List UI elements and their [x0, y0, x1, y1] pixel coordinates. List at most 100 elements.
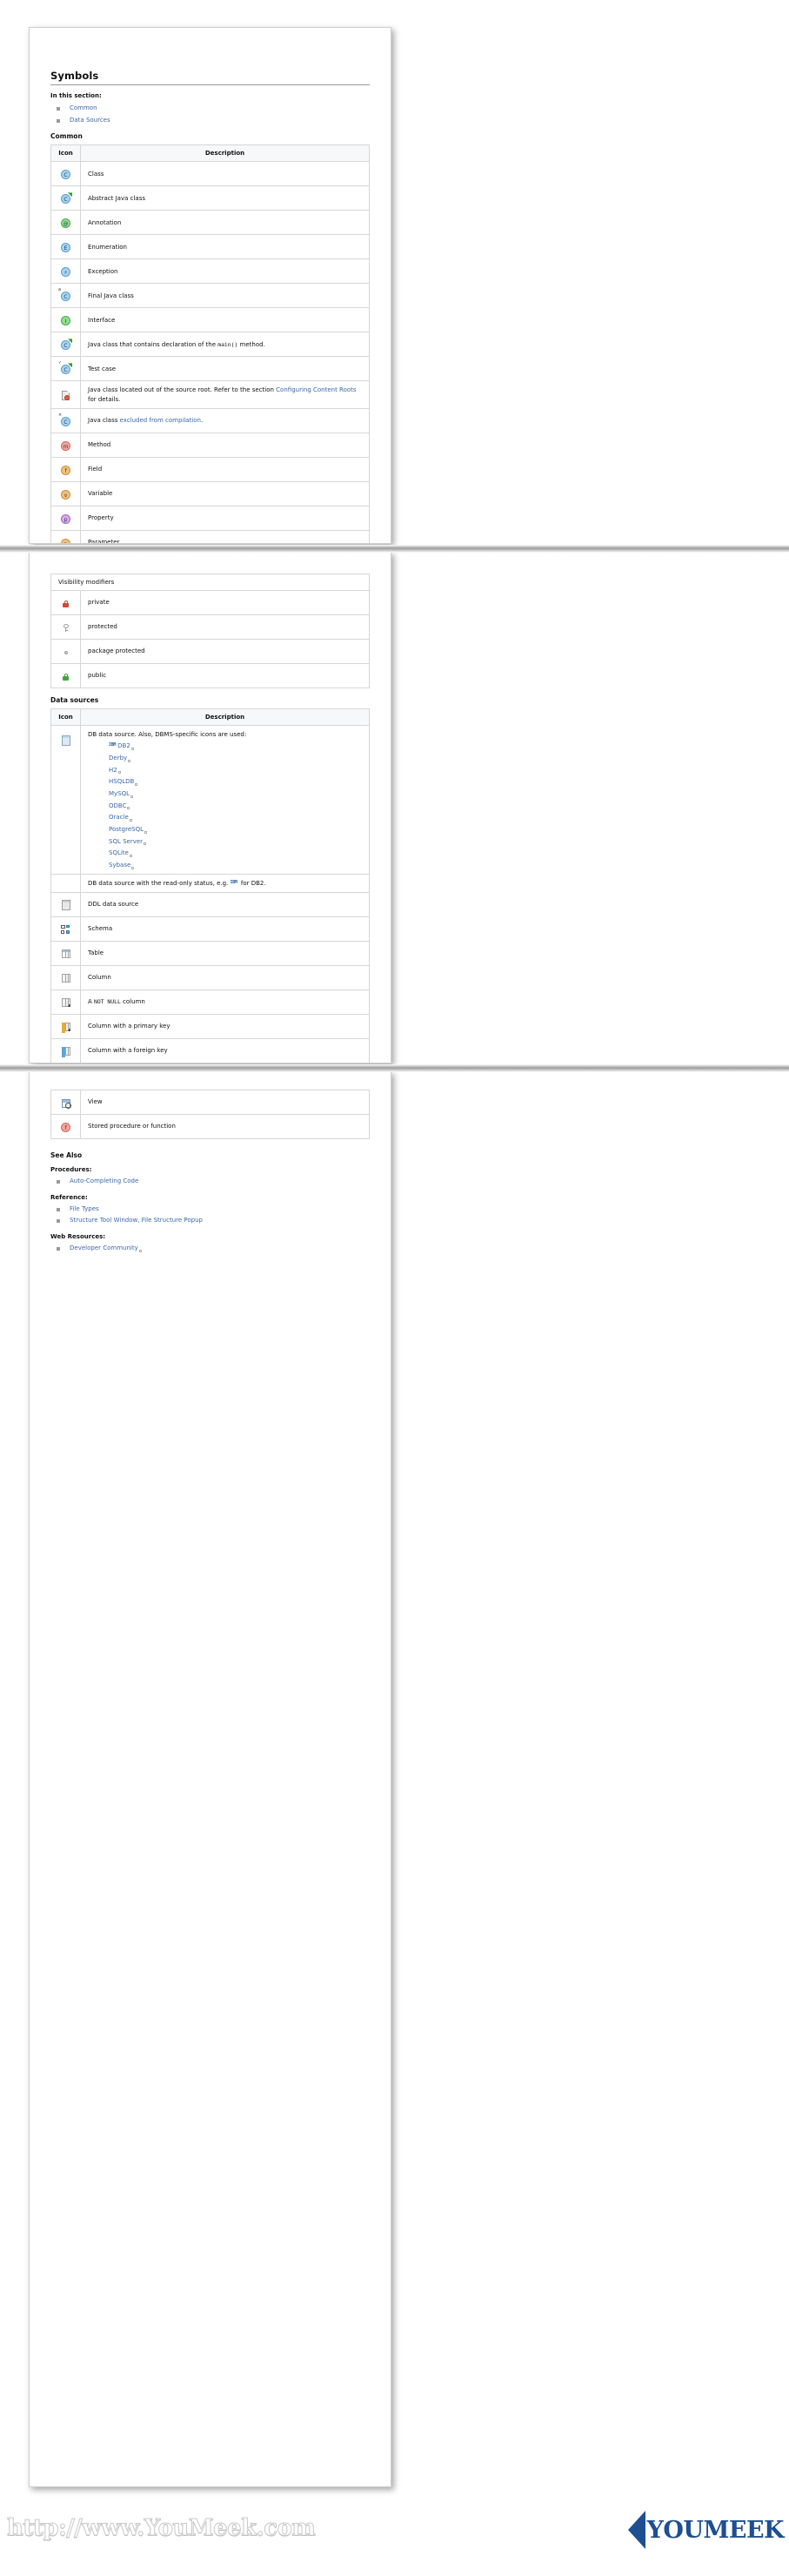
main-class-icon: C [51, 332, 81, 357]
link-structure-tool-window[interactable]: Structure Tool Window, File Structure Po… [70, 1217, 203, 1224]
list-item[interactable]: H2 [109, 768, 362, 775]
text-segment: column [121, 998, 145, 1005]
link-configuring-content-roots[interactable]: Configuring Content Roots [276, 386, 356, 393]
row-description: Field [81, 457, 370, 481]
list-item[interactable]: Sybase [109, 862, 362, 869]
link-developer-community[interactable]: Developer Community [70, 1244, 138, 1251]
list-item[interactable]: Oracle [109, 815, 362, 822]
link-sybase[interactable]: Sybase [109, 862, 130, 869]
column-header-description: Description [81, 145, 370, 162]
external-link-icon [131, 867, 134, 869]
table-row: protected [51, 615, 370, 640]
visibility-modifiers-table: Visibility modifiers private protected p… [50, 574, 370, 688]
link-mysql[interactable]: MySQL [109, 790, 130, 797]
ddl-data-source-icon [51, 892, 81, 916]
link-db2[interactable]: DB2 [117, 742, 130, 749]
bullet-square-icon [57, 1208, 60, 1211]
see-also-list-reference: File Types Structure Tool Window, File S… [50, 1206, 370, 1224]
variable-icon: v [51, 481, 81, 506]
link-odbc[interactable]: ODBC [109, 802, 126, 809]
list-item[interactable]: Derby [109, 755, 362, 762]
link-excluded-from-compilation[interactable]: excluded from compilation [120, 417, 201, 424]
annotation-icon: @ [51, 211, 81, 235]
link-file-types[interactable]: File Types [70, 1205, 99, 1212]
section-heading-common: Common [50, 132, 370, 140]
list-item[interactable]: MySQL [109, 791, 362, 798]
schema-icon [51, 916, 81, 941]
table-row: public [51, 664, 370, 688]
field-icon: f [51, 457, 81, 481]
class-icon: C [51, 162, 81, 186]
external-link-icon [128, 760, 130, 762]
text-segment: Java class that contains declaration of … [88, 341, 217, 348]
table-row: CAbstract Java class [51, 186, 370, 211]
row-description: A NOT NULL column [81, 989, 370, 1014]
list-item[interactable]: File Types [50, 1206, 370, 1213]
row-description: Column [81, 965, 370, 989]
link-postgresql[interactable]: PostgreSQL [109, 826, 144, 833]
page-separator [0, 1064, 789, 1072]
link-derby[interactable]: Derby [109, 755, 127, 761]
table-row: Table [51, 941, 370, 965]
watermark-logo: YOUMEEK [628, 2511, 784, 2549]
table-icon [51, 941, 81, 965]
link-h2[interactable]: H2 [109, 767, 117, 774]
list-item[interactable]: Auto-Completing Code [50, 1178, 370, 1185]
bullet-square-icon [57, 1247, 60, 1251]
list-item[interactable]: ODBC [109, 803, 362, 810]
table-row: private [51, 591, 370, 615]
list-item[interactable]: HSQLDB [109, 779, 362, 786]
table-row: mMethod [51, 433, 370, 457]
parameter-icon: p [51, 530, 81, 544]
ibm-mark-icon: IBM [231, 880, 237, 885]
table-row: pParameter [51, 530, 370, 544]
method-icon: m [51, 433, 81, 457]
watermark-url: http://www.YouMeek.com [7, 2515, 315, 2541]
table-row: Visibility modifiers [51, 574, 370, 591]
row-description: DDL data source [81, 892, 370, 916]
see-also-list-procedures: Auto-Completing Code [50, 1178, 370, 1185]
list-item[interactable]: SQL Server [109, 839, 362, 846]
external-link-icon [144, 842, 146, 845]
link-sql-server[interactable]: SQL Server [109, 838, 143, 845]
list-item[interactable]: Data Sources [50, 117, 370, 124]
list-item[interactable]: IBMDB2 [109, 743, 362, 750]
in-this-section-label: In this section: [50, 92, 370, 99]
watermark-brand-text: YOUMEEK [647, 2517, 784, 2544]
row-description: package protected [81, 640, 370, 664]
document-page-1: Symbols In this section: Common Data Sou… [29, 27, 391, 544]
row-description: Java class excluded from compilation. [81, 408, 370, 433]
public-lock-icon [51, 664, 81, 688]
table-row: fStored procedure or function [51, 1115, 370, 1139]
table-row: CClass [51, 162, 370, 186]
text-segment: Java class [88, 417, 120, 424]
bullet-square-icon [57, 1219, 60, 1223]
link-oracle[interactable]: Oracle [109, 814, 129, 821]
document-page-3: View fStored procedure or function See A… [29, 1071, 391, 2487]
list-item[interactable]: PostgreSQL [109, 827, 362, 834]
bullet-square-icon [57, 119, 60, 123]
link-auto-completing-code[interactable]: Auto-Completing Code [70, 1177, 138, 1184]
link-hsqldb[interactable]: HSQLDB [109, 778, 134, 785]
row-description: View [81, 1090, 370, 1115]
table-row: package protected [51, 640, 370, 664]
list-item[interactable]: Common [50, 105, 370, 112]
row-description: Property [81, 506, 370, 530]
abstract-java-class-icon: C [51, 186, 81, 211]
db-data-source-icon [51, 726, 81, 875]
table-row: EEnumeration [51, 235, 370, 259]
toc-link-common[interactable]: Common [70, 104, 97, 111]
table-row: A NOT NULL column [51, 989, 370, 1014]
foreign-key-column-icon [51, 1038, 81, 1063]
chevron-left-icon [628, 2511, 645, 2549]
table-row: Schema [51, 916, 370, 941]
common-symbols-table: Icon Description CClass CAbstract Java c… [50, 144, 370, 544]
link-sqlite[interactable]: SQLite [109, 849, 129, 856]
row-description: Java class located out of the source roo… [81, 381, 370, 408]
external-link-icon [144, 831, 147, 834]
list-item[interactable]: SQLite [109, 850, 362, 857]
list-item[interactable]: Developer Community [50, 1245, 370, 1252]
dbms-link-list: IBMDB2 Derby H2 HSQLDB MySQL ODBC Oracle… [88, 743, 362, 869]
toc-link-data-sources[interactable]: Data Sources [70, 117, 110, 124]
list-item[interactable]: Structure Tool Window, File Structure Po… [50, 1218, 370, 1224]
